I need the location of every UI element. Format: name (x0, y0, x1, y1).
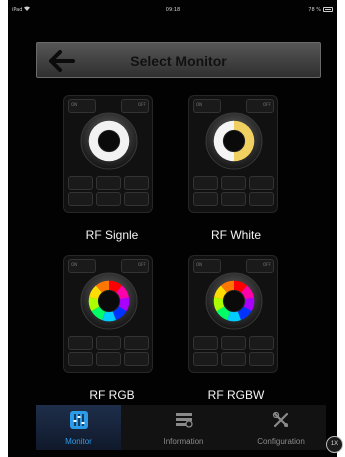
remote-key (249, 352, 274, 366)
off-key-label: OFF (138, 102, 146, 107)
monitor-tile-rf-rgbw[interactable]: ON OFF (188, 255, 278, 373)
remote-key (193, 176, 218, 190)
remote-key (249, 176, 274, 190)
off-key-label: OFF (263, 102, 271, 107)
color-wheel-icon (80, 272, 138, 330)
remote-key (193, 352, 218, 366)
remote-key (68, 192, 93, 206)
tab-label-information: Information (163, 437, 204, 446)
remote-key (249, 336, 274, 350)
status-bar: iPad 09:18 78 % (8, 0, 337, 20)
header-bar: Select Monitor (36, 42, 321, 78)
wifi-icon (24, 6, 30, 11)
color-wheel-icon (205, 272, 263, 330)
monitor-tile-rf-single[interactable]: ON OFF (63, 95, 153, 213)
tab-configuration[interactable]: Configuration (236, 405, 326, 450)
remote-key (96, 336, 121, 350)
tab-information[interactable]: Information (136, 405, 231, 450)
monitor-label-rf-white: RF White (210, 228, 261, 242)
remote-key (221, 352, 246, 366)
remote-key (193, 192, 218, 206)
monitor-label-rf-rgb: RF RGB (89, 388, 135, 402)
remote-key (124, 352, 149, 366)
on-key-label: ON (196, 102, 203, 107)
monitor-label-rf-rgbw: RF RGBW (207, 388, 265, 402)
monitor-label-rf-single: RF Signle (85, 228, 139, 242)
status-time: 09:18 (165, 7, 181, 13)
remote-key (96, 176, 121, 190)
battery-percent: 78 % (308, 7, 321, 13)
zoom-badge[interactable]: 1X (326, 436, 343, 453)
page-title: Select Monitor (130, 53, 227, 69)
on-key-label: ON (71, 262, 78, 267)
remote-key (249, 192, 274, 206)
remote-key (124, 336, 149, 350)
battery-icon (323, 7, 333, 12)
on-key-label: ON (196, 262, 203, 267)
remote-key (221, 192, 246, 206)
remote-key (221, 176, 246, 190)
remote-key (221, 336, 246, 350)
remote-key (96, 352, 121, 366)
remote-key (96, 192, 121, 206)
tab-bar: Monitor Information Configuration (36, 405, 326, 450)
info-icon (175, 413, 193, 428)
off-key-label: OFF (263, 262, 271, 267)
tab-label-configuration: Configuration (257, 437, 305, 446)
brightness-wheel-icon (205, 112, 263, 170)
sliders-icon (69, 411, 88, 429)
brightness-wheel-icon (80, 112, 138, 170)
remote-key (193, 336, 218, 350)
tab-label-monitor: Monitor (65, 437, 92, 446)
monitor-tile-rf-rgb[interactable]: ON OFF (63, 255, 153, 373)
app-screen: iPad 09:18 78 % Select Monitor ON OFF ON OF… (8, 0, 337, 457)
remote-key (68, 336, 93, 350)
remote-key (68, 176, 93, 190)
tools-icon (272, 411, 289, 428)
device-name: iPad (12, 7, 23, 13)
monitor-tile-rf-white[interactable]: ON OFF (188, 95, 278, 213)
remote-key (124, 176, 149, 190)
on-key-label: ON (71, 102, 78, 107)
remote-key (68, 352, 93, 366)
remote-key (124, 192, 149, 206)
off-key-label: OFF (138, 262, 146, 267)
tab-monitor[interactable]: Monitor (36, 405, 121, 450)
